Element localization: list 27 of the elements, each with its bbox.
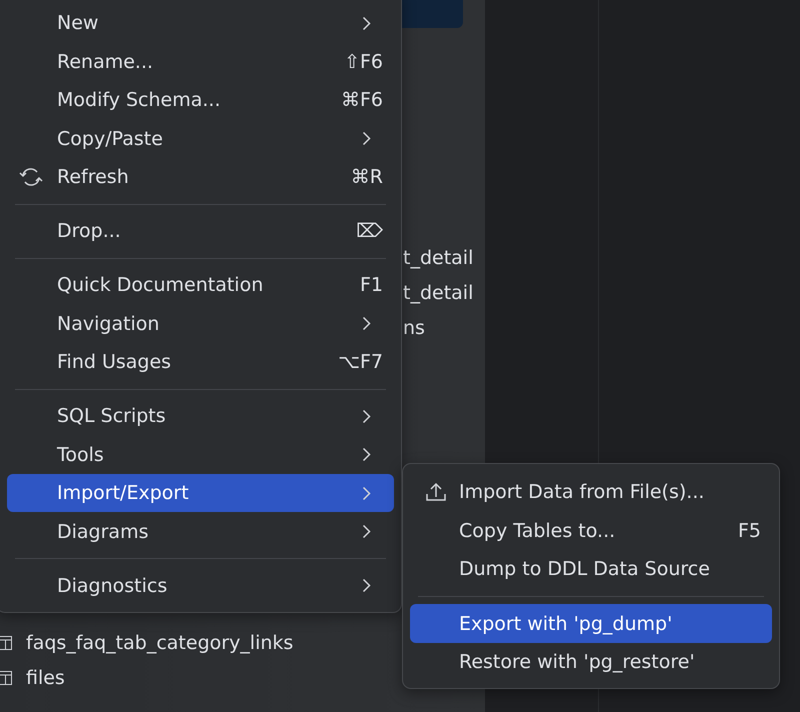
tree-item[interactable]: t_detail (403, 282, 474, 304)
menu-item[interactable]: Modify Schema... ⌘F6 (7, 80, 394, 120)
menu-item[interactable]: Quick Documentation F1 (7, 266, 394, 304)
menu-item[interactable]: Tools (7, 435, 394, 474)
menu-item[interactable]: Navigation (7, 304, 394, 343)
menu-item[interactable]: Export with 'pg_dump' (410, 604, 772, 643)
tree-item[interactable]: t_detail (403, 246, 474, 268)
menu-item[interactable]: Restore with 'pg_restore' (410, 642, 772, 682)
tree-item[interactable]: files (26, 667, 65, 689)
menu-item[interactable]: Rename... ⇧F6 (7, 42, 394, 81)
menu-item[interactable]: Diagnostics (7, 566, 394, 605)
menu-item[interactable]: Import/Export (7, 474, 394, 512)
menu-item[interactable]: Find Usages ⌥F7 (7, 342, 394, 382)
menu-item[interactable]: Diagrams (7, 512, 394, 551)
menu-item[interactable]: SQL Scripts (7, 396, 394, 436)
tree-item[interactable]: ns (403, 316, 425, 338)
menu-item[interactable]: Copy Tables to... F5 (410, 511, 772, 550)
table-icon (0, 671, 12, 685)
menu-item[interactable]: Drop... ⌦ (7, 212, 394, 250)
menu-item[interactable]: Import Data from File(s)... (410, 472, 772, 512)
selection-bar (400, 0, 463, 28)
menu-item[interactable]: Copy/Paste (7, 119, 394, 158)
menu-item[interactable]: Dump to DDL Data Source (410, 550, 772, 588)
table-icon (0, 636, 12, 650)
menu-item[interactable]: New (7, 4, 394, 42)
tree-item[interactable]: faqs_faq_tab_category_links (26, 632, 294, 654)
menu-item[interactable]: Refresh ⌘R (7, 158, 394, 196)
